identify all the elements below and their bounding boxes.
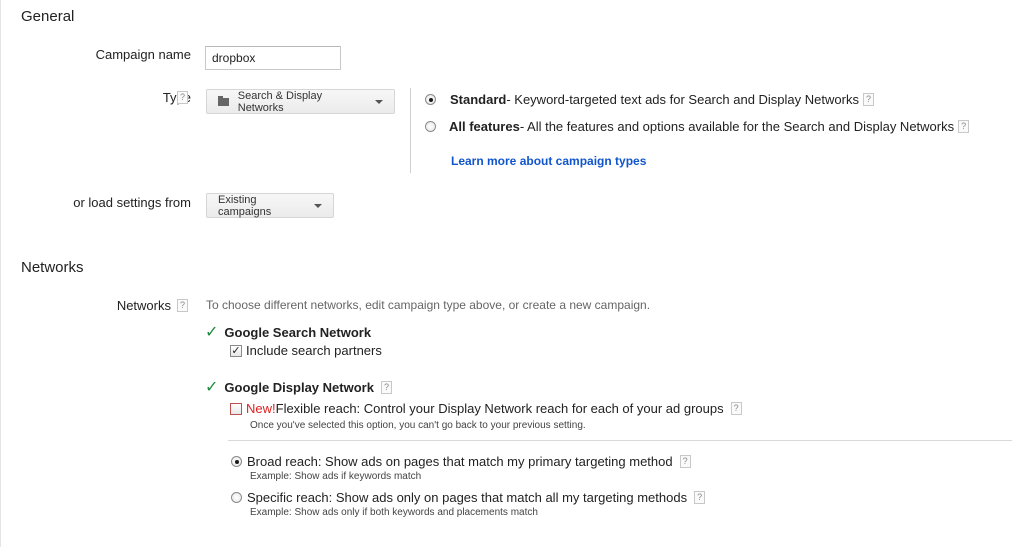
checkmark-icon: ✓ — [205, 324, 219, 341]
search-network-label: Google Search Network — [224, 324, 372, 340]
flexible-reach-label: Flexible reach: Control your Display Net… — [275, 401, 724, 416]
page-left-border — [0, 0, 1, 547]
new-badge: New! — [246, 401, 276, 416]
all-features-help-icon[interactable]: ? — [958, 120, 970, 133]
broad-reach-help-icon[interactable]: ? — [679, 455, 691, 468]
load-settings-label: or load settings from — [73, 195, 191, 210]
include-partners-label: Include search partners — [246, 343, 382, 358]
search-network-row: ✓ Google Search Network — [205, 322, 371, 342]
checkmark-icon: ✓ — [205, 379, 219, 396]
broad-reach-label: Broad reach: Show ads on pages that matc… — [247, 454, 673, 469]
chevron-down-icon — [314, 203, 322, 208]
folder-icon — [218, 95, 229, 106]
flexible-reach-row[interactable]: New! Flexible reach: Control your Displa… — [230, 401, 742, 416]
existing-campaigns-dropdown[interactable]: Existing campaigns — [206, 193, 334, 218]
campaign-name-input[interactable]: dropbox — [205, 46, 341, 70]
all-features-description: - All the features and options available… — [519, 119, 955, 134]
flexible-reach-help-icon[interactable]: ? — [730, 402, 742, 415]
existing-campaigns-label: Existing campaigns — [218, 193, 272, 218]
display-network-row: ✓ Google Display Network ? — [205, 377, 392, 397]
all-features-radio[interactable] — [425, 121, 436, 132]
flexible-reach-note: Once you've selected this option, you ca… — [250, 420, 586, 431]
chevron-down-icon — [375, 99, 383, 104]
broad-reach-radio[interactable] — [231, 456, 242, 467]
standard-radio[interactable] — [425, 94, 436, 105]
type-divider — [410, 88, 411, 173]
include-partners-row[interactable]: ✓ Include search partners — [230, 343, 382, 358]
broad-reach-row[interactable]: Broad reach: Show ads on pages that matc… — [231, 454, 691, 469]
specific-reach-row[interactable]: Specific reach: Show ads only on pages t… — [231, 490, 706, 505]
display-network-help-icon[interactable]: ? — [380, 380, 392, 394]
all-features-title: All features — [449, 119, 520, 134]
broad-reach-example: Example: Show ads if keywords match — [250, 471, 422, 482]
campaign-type-dropdown-label: Search & Display Networks — [237, 89, 323, 114]
networks-hint: To choose different networks, edit campa… — [206, 298, 651, 312]
standard-help-icon[interactable]: ? — [862, 93, 874, 106]
campaign-type-dropdown[interactable]: Search & Display Networks — [206, 89, 395, 114]
networks-section-title: Networks — [21, 259, 84, 276]
specific-reach-label: Specific reach: Show ads only on pages t… — [247, 490, 688, 505]
general-section-title: General — [21, 8, 75, 25]
specific-reach-help-icon[interactable]: ? — [694, 491, 706, 504]
campaign-name-label: Campaign name — [95, 47, 191, 62]
networks-help-icon[interactable]: ? — [177, 299, 188, 312]
type-help-icon[interactable]: ? — [177, 91, 188, 104]
flexible-reach-checkbox[interactable] — [230, 402, 242, 415]
learn-more-link[interactable]: Learn more about campaign types — [451, 154, 646, 168]
type-option-standard[interactable]: Standard - Keyword-targeted text ads for… — [425, 92, 874, 107]
include-partners-checkbox[interactable]: ✓ — [230, 344, 242, 357]
display-network-label: Google Display Network — [224, 379, 374, 395]
specific-reach-example: Example: Show ads only if both keywords … — [250, 507, 538, 518]
reach-divider — [228, 440, 1012, 441]
specific-reach-radio[interactable] — [231, 492, 242, 503]
standard-description: - Keyword-targeted text ads for Search a… — [506, 92, 859, 107]
type-option-all-features[interactable]: All features - All the features and opti… — [425, 119, 970, 134]
standard-title: Standard — [450, 92, 507, 107]
networks-label: Networks — [116, 298, 171, 313]
